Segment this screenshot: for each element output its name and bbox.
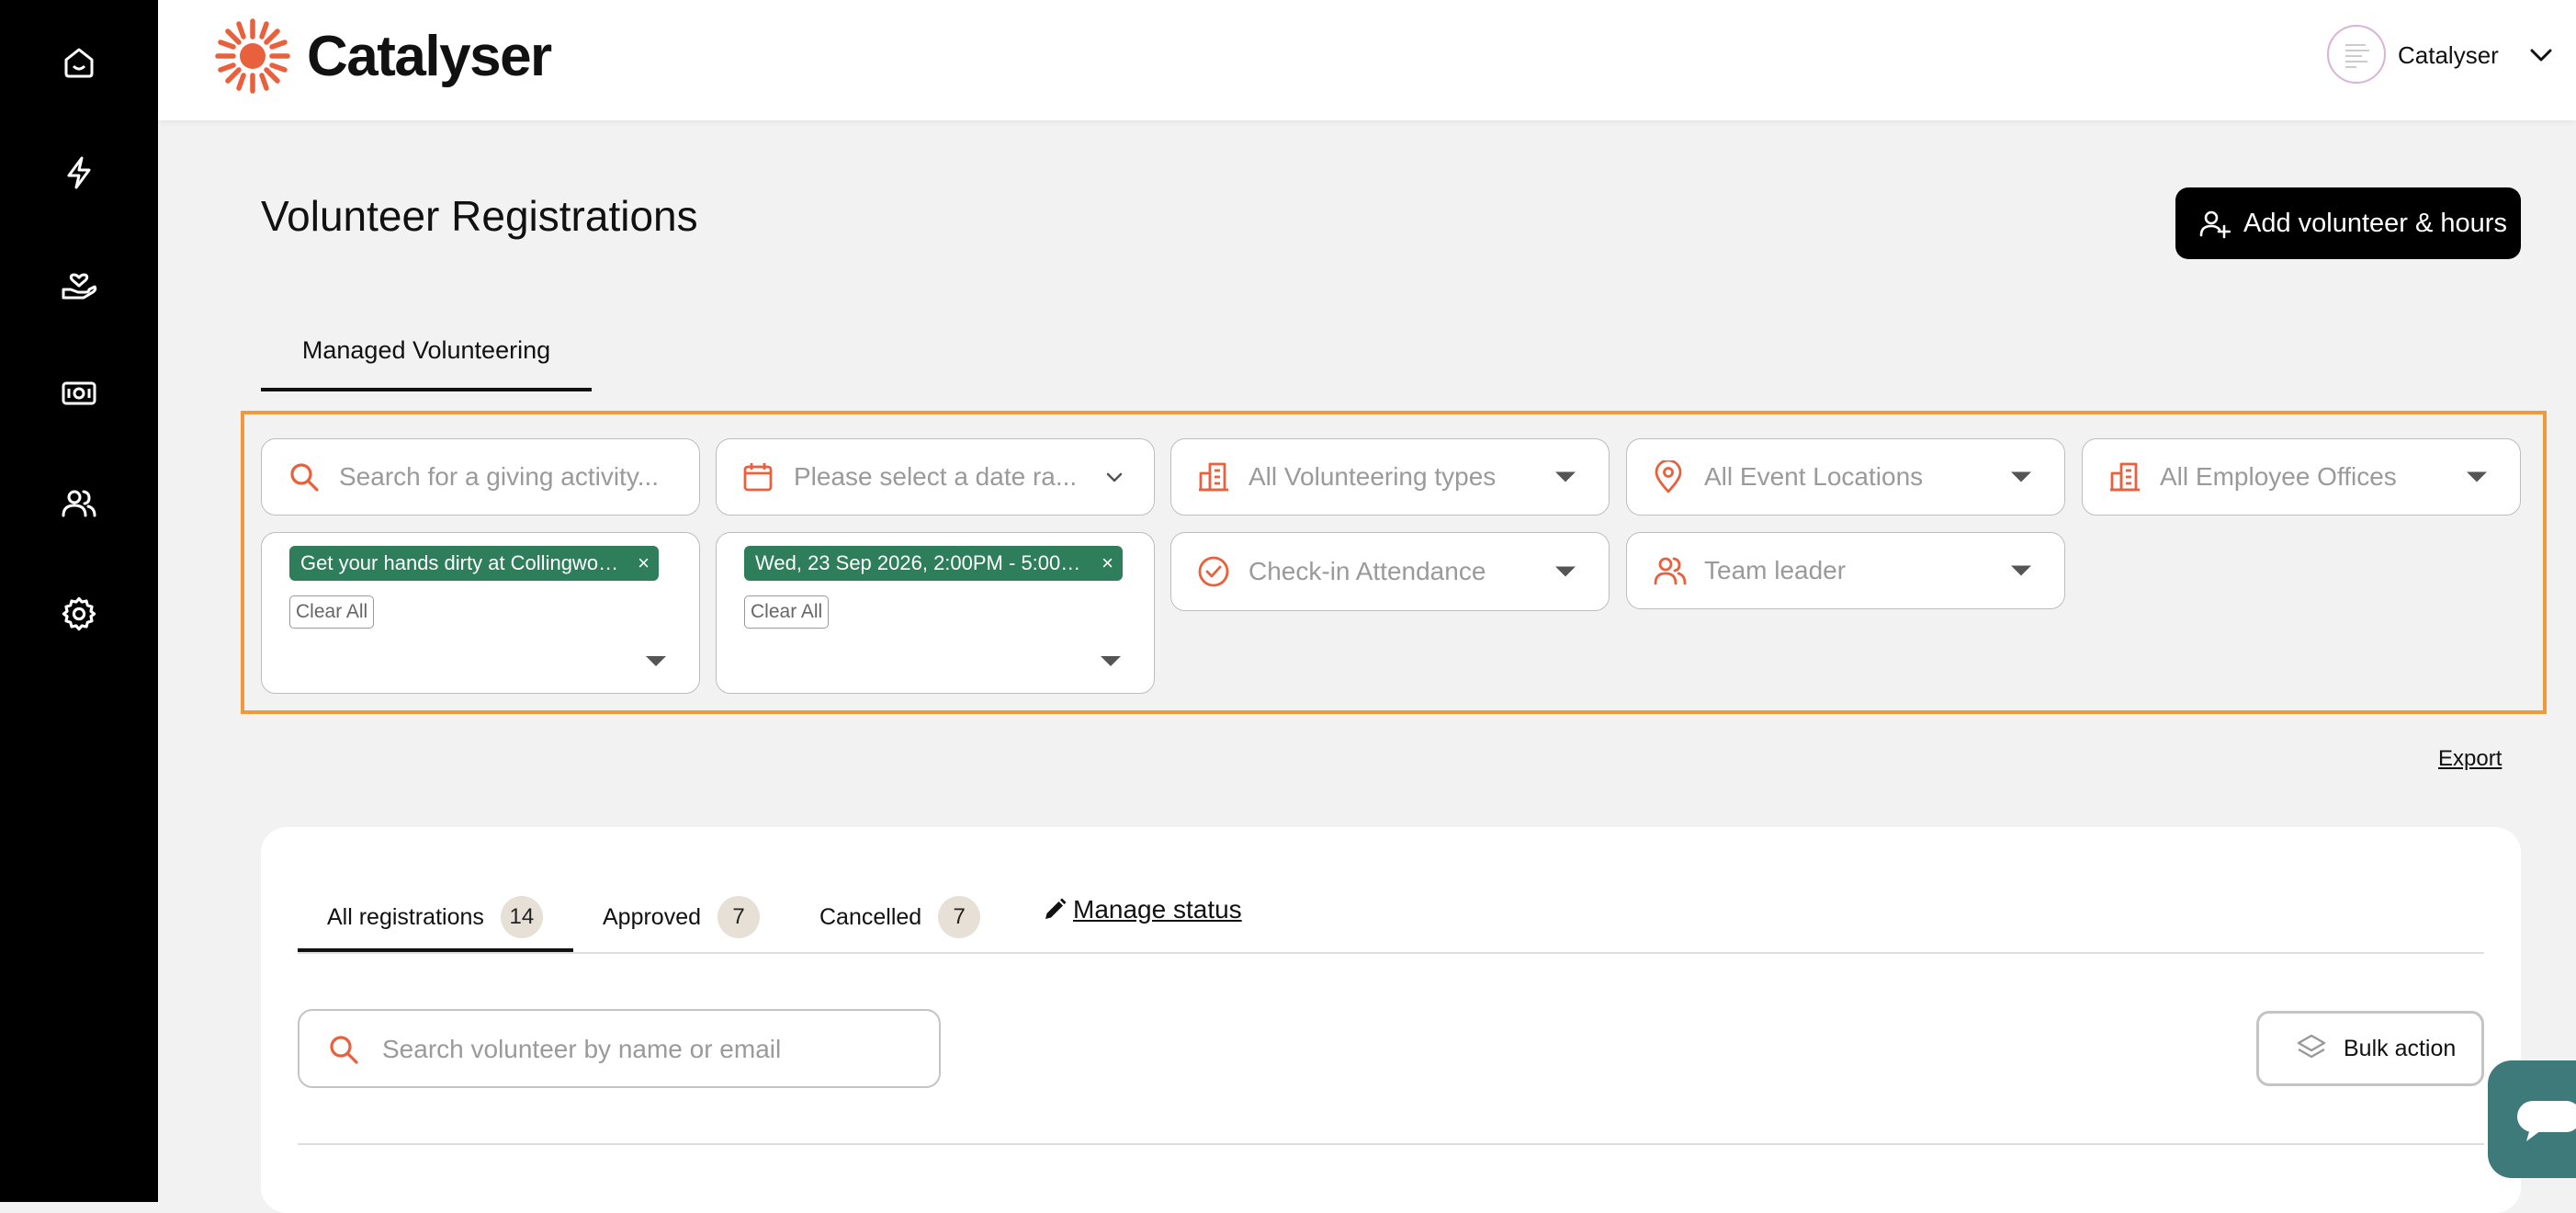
location-pin-icon [1653, 460, 1684, 493]
attendance-value: Check-in Attendance [1248, 557, 1486, 585]
add-volunteer-label: Add volunteer & hours [2243, 208, 2507, 238]
manage-status-label: Manage status [1073, 895, 1242, 924]
search-icon [288, 460, 321, 493]
building-icon [1197, 460, 1230, 493]
brand-logo-icon [215, 18, 290, 94]
caret-down-icon [2011, 565, 2031, 576]
event-locations-select[interactable]: All Event Locations [1626, 438, 2065, 516]
users-icon[interactable] [51, 476, 107, 531]
team-leader-select[interactable]: Team leader [1626, 532, 2065, 609]
activity-multiselect[interactable]: Get your hands dirty at Collingwoo... × … [261, 532, 700, 694]
bulk-action-button[interactable]: Bulk action [2256, 1011, 2484, 1086]
user-name[interactable]: Catalyser [2398, 37, 2499, 74]
chat-bubble-icon [2517, 1101, 2576, 1143]
tab-all-registrations[interactable]: All registrations 14 [327, 880, 543, 954]
date-multiselect[interactable]: Wed, 23 Sep 2026, 2:00PM - 5:00P... × Cl… [716, 532, 1155, 694]
hand-heart-icon[interactable] [51, 255, 107, 311]
activity-search-placeholder: Search for a giving activity... [339, 462, 660, 491]
close-icon[interactable]: × [638, 546, 650, 581]
event-locations-value: All Event Locations [1704, 462, 1924, 491]
active-tab-indicator [298, 948, 573, 952]
count-badge: 7 [938, 896, 981, 938]
gear-icon[interactable] [51, 586, 107, 641]
activity-chip[interactable]: Get your hands dirty at Collingwoo... × [289, 546, 659, 581]
activity-search-input[interactable]: Search for a giving activity... [261, 438, 700, 516]
pencil-icon [1045, 898, 1067, 919]
count-badge: 7 [717, 896, 761, 938]
volunteering-types-value: All Volunteering types [1248, 462, 1497, 491]
chat-launcher-button[interactable] [2488, 1060, 2576, 1178]
add-user-icon [2199, 210, 2231, 239]
count-badge: 14 [500, 896, 543, 938]
date-chip[interactable]: Wed, 23 Sep 2026, 2:00PM - 5:00P... × [744, 546, 1123, 581]
clear-all-activities-button[interactable]: Clear All [289, 595, 375, 629]
tab-cancelled[interactable]: Cancelled 7 [819, 880, 981, 954]
date-range-placeholder: Please select a date ra... [794, 462, 1078, 491]
manage-status-link[interactable]: Manage status [1042, 891, 1242, 928]
volunteer-search-placeholder: Search volunteer by name or email [382, 1035, 782, 1063]
check-circle-icon [1197, 555, 1230, 588]
close-icon[interactable]: × [1102, 546, 1113, 581]
employee-offices-select[interactable]: All Employee Offices [2082, 438, 2521, 516]
page-title: Volunteer Registrations [261, 192, 698, 240]
sidebar [0, 0, 158, 1202]
tabs-divider [298, 952, 2484, 954]
layers-icon [2297, 1034, 2326, 1059]
volunteering-types-select[interactable]: All Volunteering types [1170, 438, 1610, 516]
volunteer-search-input[interactable]: Search volunteer by name or email [298, 1009, 941, 1088]
clear-all-dates-button[interactable]: Clear All [744, 595, 830, 629]
tab-cancelled-label: Cancelled [819, 903, 922, 930]
attendance-select[interactable]: Check-in Attendance [1170, 532, 1610, 611]
caret-down-icon [1555, 566, 1576, 577]
activity-chip-label: Get your hands dirty at Collingwoo... [300, 551, 622, 574]
users-icon [1653, 554, 1688, 587]
card-divider [298, 1143, 2484, 1145]
chevron-down-icon [1102, 465, 1126, 489]
tab-approved-label: Approved [603, 903, 702, 930]
caret-down-icon [2011, 471, 2031, 482]
building-icon [2108, 460, 2141, 493]
avatar[interactable] [2327, 25, 2386, 84]
home-icon[interactable] [51, 35, 107, 90]
lightning-icon[interactable] [51, 145, 107, 200]
tab-all-registrations-label: All registrations [327, 903, 484, 930]
money-icon[interactable] [51, 366, 107, 421]
add-volunteer-button[interactable]: Add volunteer & hours [2175, 187, 2521, 259]
bulk-action-label: Bulk action [2344, 1035, 2457, 1061]
search-icon [327, 1033, 360, 1066]
brand-name: Catalyser [307, 25, 552, 88]
caret-down-icon [1555, 471, 1576, 482]
caret-down-icon [646, 656, 666, 666]
tab-approved[interactable]: Approved 7 [603, 880, 761, 954]
date-chip-label: Wed, 23 Sep 2026, 2:00PM - 5:00P... [755, 551, 1086, 574]
tab-managed-volunteering[interactable]: Managed Volunteering [261, 327, 592, 391]
chevron-down-icon[interactable] [2525, 39, 2558, 72]
date-range-select[interactable]: Please select a date ra... [716, 438, 1155, 516]
calendar-icon [742, 461, 774, 493]
team-leader-value: Team leader [1704, 556, 1847, 584]
caret-down-icon [1101, 656, 1121, 666]
export-link[interactable]: Export [2438, 746, 2502, 772]
employee-offices-value: All Employee Offices [2160, 462, 2397, 491]
caret-down-icon [2467, 471, 2487, 482]
